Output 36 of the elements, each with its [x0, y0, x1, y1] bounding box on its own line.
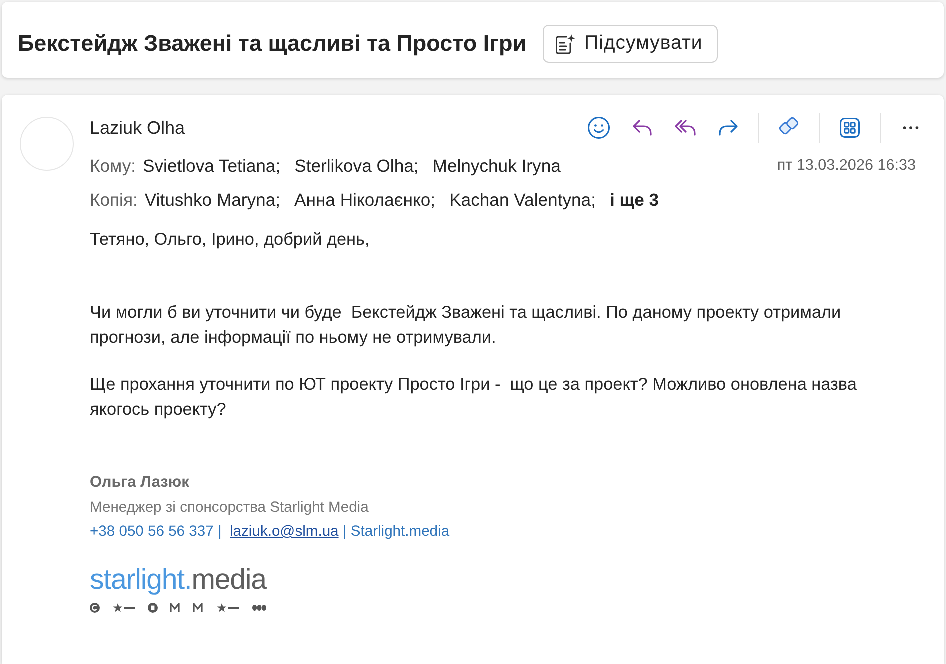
reply-icon[interactable]	[632, 120, 652, 136]
circle-logo-icon	[90, 603, 100, 613]
cc-label: Копія:	[90, 190, 138, 210]
notes-sparkle-icon	[556, 34, 576, 54]
recipient-name[interactable]: Анна Ніколаєнко;	[294, 190, 436, 210]
circle-logo-icon	[148, 603, 158, 613]
more-icon[interactable]	[903, 126, 919, 130]
summarize-button[interactable]: Підсумувати	[542, 24, 718, 62]
zigzag-logo-icon	[192, 603, 204, 613]
recipient-name[interactable]: Svietlova Tetiana;	[143, 156, 281, 176]
sender-name[interactable]: Laziuk Olha	[90, 118, 186, 138]
body-paragraph: Ще прохання уточнити по ЮТ проекту Просто Ігри - що це за проект? Можливо оновлена назва якогось проекту?	[90, 373, 858, 421]
star-logo-icon	[215, 603, 241, 613]
email-subject: Бекстейдж Зважені та щасливі та Просто Ігри	[18, 30, 527, 56]
sent-date: пт 13.03.2026 16:33	[777, 157, 916, 175]
signature-name: Ольга Лазюк	[90, 473, 190, 493]
to-label: Кому:	[90, 156, 136, 176]
recipient-name[interactable]: Kachan Valentyna;	[450, 190, 596, 210]
signature-contacts: +38 050 56 56 337 | laziuk.o@slm.ua | Starlight.media	[90, 523, 451, 542]
oval-logo-icon	[252, 605, 267, 611]
zigzag-logo-icon	[169, 603, 181, 613]
recipient-name[interactable]: Melnychuk Iryna	[432, 156, 561, 176]
body-paragraph: Тетяно, Ольго, Ірино, добрий день,	[90, 228, 371, 251]
star-logo-icon	[111, 603, 137, 613]
email-link[interactable]: laziuk.o@slm.ua	[230, 524, 339, 540]
recipient-name[interactable]: Vitushko Maryna;	[144, 190, 280, 210]
avatar-icon	[20, 117, 74, 171]
logo-wordmark: starlight.media	[90, 564, 266, 594]
body-paragraph: Чи могли б ви уточнити чи буде Бекстейдж Зважені та щасливі. По даному проекту отримали прогнози, але інформації по ньому не отримували.	[90, 301, 842, 349]
forward-icon[interactable]	[718, 120, 738, 136]
signature-role: Менеджер зі спонсорства Starlight Media	[90, 498, 370, 518]
smiley-icon[interactable]	[588, 117, 610, 139]
reply-all-icon[interactable]	[674, 120, 696, 136]
more-recipients-link[interactable]: і ще 3	[610, 190, 660, 210]
apps-grid-icon[interactable]	[840, 118, 860, 138]
recipient-name[interactable]: Sterlikova Olha;	[294, 156, 419, 176]
